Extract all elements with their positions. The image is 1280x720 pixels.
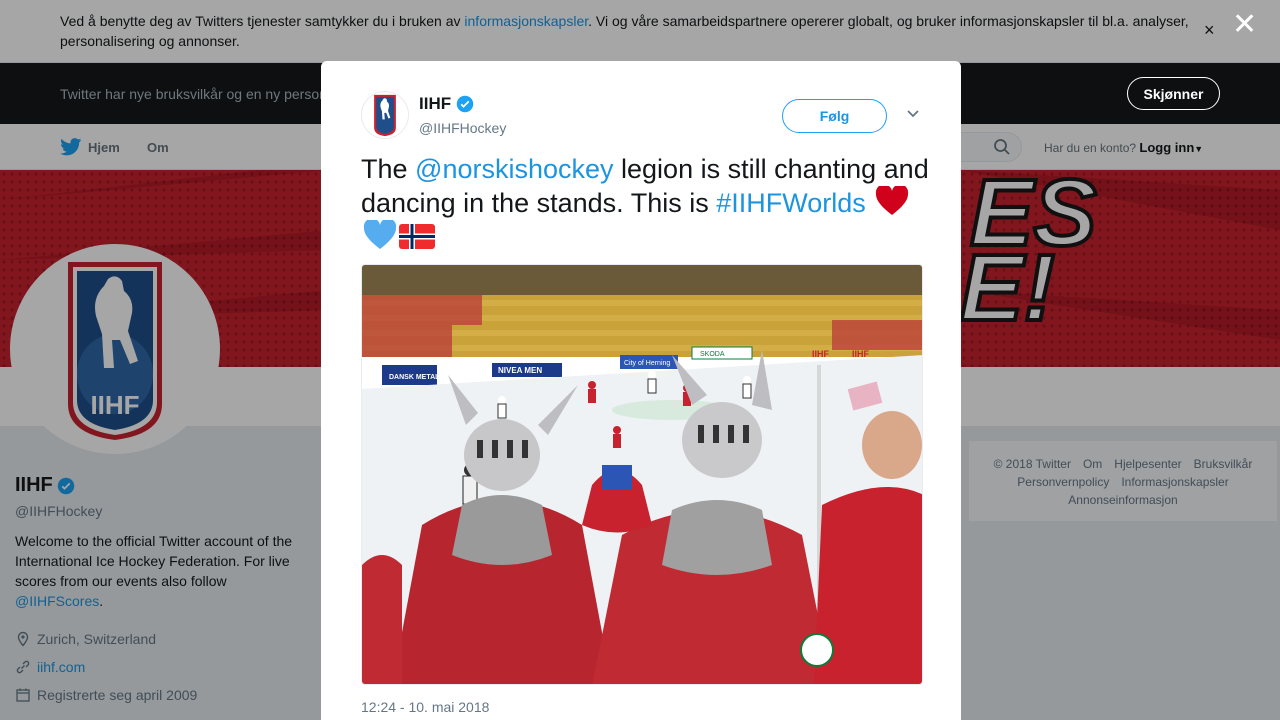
svg-text:IIHF: IIHF (852, 349, 870, 359)
tweet-author-name[interactable]: IIHF (419, 94, 474, 114)
modal-close-button[interactable]: ✕ (1232, 10, 1257, 40)
tweet-text: The @norskishockey legion is still chant… (361, 153, 931, 254)
tweet-timestamp[interactable]: 12:24 - 10. mai 2018 (361, 699, 489, 715)
tweet-mention-link[interactable]: @norskishockey (415, 154, 613, 184)
tweet-author-name-text: IIHF (419, 94, 452, 113)
blue-heart-icon (363, 220, 397, 249)
svg-text:IIHF: IIHF (812, 349, 830, 359)
svg-text:City of Herning: City of Herning (624, 360, 670, 367)
svg-text:NIVEA MEN: NIVEA MEN (498, 366, 542, 375)
iihf-logo-small-icon (374, 94, 396, 137)
verified-badge-icon (456, 95, 474, 113)
tweet-modal: IIHF @IIHFHockey Følg The @norskishockey… (321, 61, 961, 720)
follow-button[interactable]: Følg (782, 99, 887, 133)
hockey-fans-photo: DANSK METAL NIVEA MEN City of Herning SK… (362, 265, 922, 684)
svg-text:DANSK METAL: DANSK METAL (389, 374, 440, 381)
norway-flag-icon (399, 224, 435, 249)
chevron-down-icon[interactable] (906, 109, 920, 119)
red-heart-icon (876, 186, 909, 215)
tweet-photo[interactable]: DANSK METAL NIVEA MEN City of Herning SK… (361, 264, 923, 685)
terms-accept-button[interactable]: Skjønner (1127, 77, 1220, 110)
tweet-author-handle[interactable]: @IIHFHockey (419, 120, 506, 136)
tweet-hashtag-link[interactable]: #IIHFWorlds (716, 188, 866, 218)
svg-text:SKODA: SKODA (700, 351, 725, 358)
tweet-author-avatar[interactable] (361, 91, 409, 139)
